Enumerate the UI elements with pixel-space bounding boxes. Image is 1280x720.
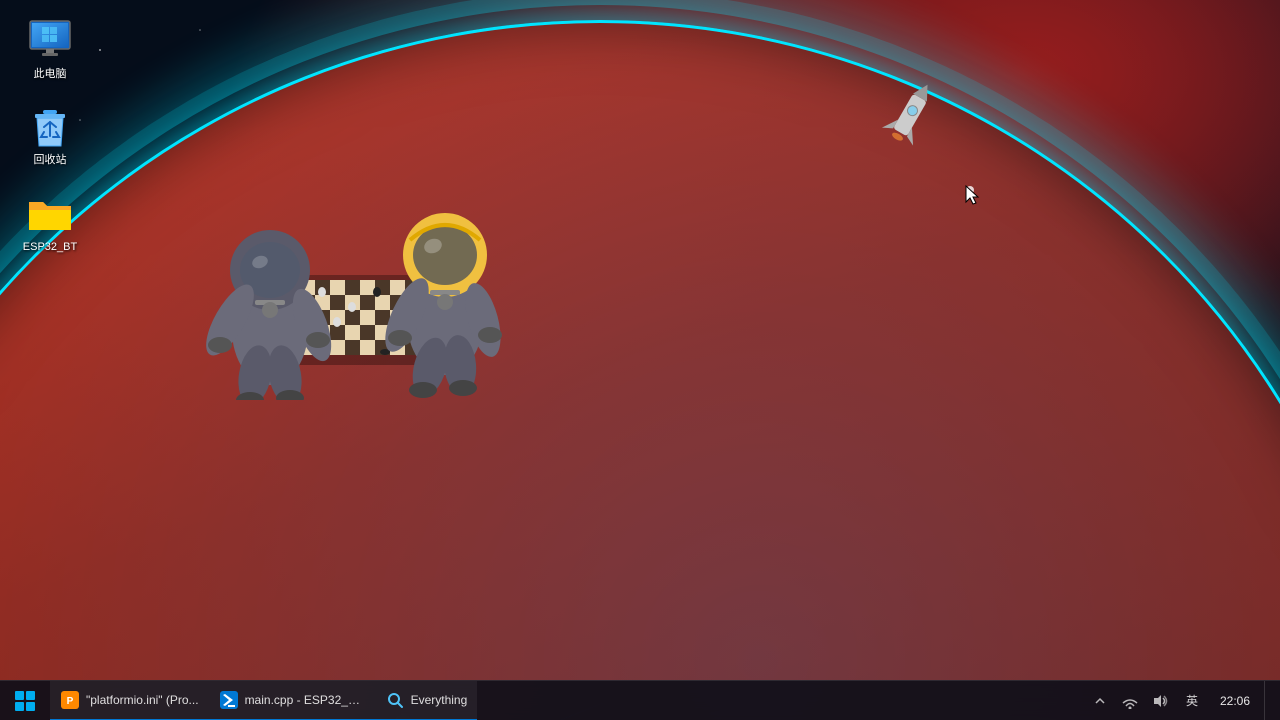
main-cpp-label: main.cpp - ESP32_B... [245, 693, 365, 707]
windows-logo [15, 691, 35, 711]
show-desktop-button[interactable] [1264, 681, 1272, 720]
recycle-bin-icon[interactable]: 回收站 [10, 96, 90, 172]
platformio-label: "platformio.ini" (Pro... [86, 693, 199, 707]
everything-label: Everything [411, 693, 468, 707]
taskbar-item-main-cpp[interactable]: main.cpp - ESP32_B... [209, 681, 375, 720]
language-label: 英 [1186, 692, 1198, 709]
desktop-icons: 此电脑 [0, 0, 120, 269]
tray-expand-button[interactable] [1088, 689, 1112, 713]
esp32-bt-label: ESP32_BT [23, 240, 77, 254]
monitor-icon [26, 15, 74, 63]
wallpaper [0, 0, 1280, 720]
everything-search-icon [385, 690, 405, 710]
desktop: 此电脑 [0, 0, 1280, 720]
recycle-bin-label: 回收站 [34, 153, 67, 167]
taskbar-item-platformio[interactable]: P "platformio.ini" (Pro... [50, 681, 209, 720]
network-icon[interactable] [1118, 689, 1142, 713]
folder-image [26, 188, 74, 236]
system-tray: 英 22:06 [1080, 681, 1280, 720]
volume-icon[interactable] [1148, 689, 1172, 713]
this-pc-label: 此电脑 [34, 67, 67, 81]
vscode-icon [219, 690, 239, 710]
clock-time: 22:06 [1220, 694, 1250, 708]
start-button[interactable] [0, 681, 50, 720]
svg-text:P: P [67, 696, 74, 707]
esp32-bt-icon[interactable]: ESP32_BT [10, 183, 90, 259]
planet [0, 20, 1280, 720]
platformio-icon: P [60, 690, 80, 710]
taskbar: P "platformio.ini" (Pro... main.cpp - ES… [0, 680, 1280, 720]
taskbar-item-everything[interactable]: Everything [375, 681, 478, 720]
language-indicator[interactable]: 英 [1178, 689, 1206, 713]
this-pc-icon[interactable]: 此电脑 [10, 10, 90, 86]
recycle-bin-image [26, 101, 74, 149]
clock-display[interactable]: 22:06 [1212, 681, 1258, 720]
